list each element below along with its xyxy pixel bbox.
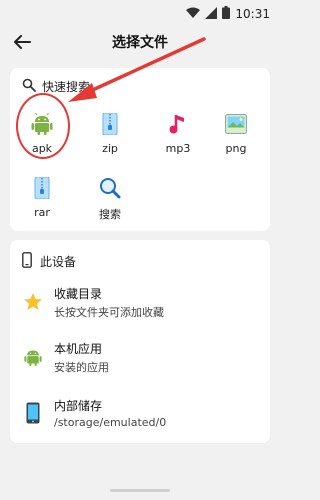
device-row-apps[interactable]: 本机应用 安装的应用	[22, 337, 262, 377]
row-subtitle: 安装的应用	[54, 360, 109, 374]
wifi-icon	[186, 4, 201, 23]
android-icon	[22, 346, 44, 368]
system-nav-bar	[0, 478, 280, 500]
quick-search-header[interactable]: 快速搜索	[22, 78, 90, 95]
search-icon	[22, 78, 36, 95]
quick-item-png[interactable]: png	[208, 112, 264, 158]
row-title: 本机应用	[54, 341, 103, 356]
search-icon	[98, 176, 122, 200]
quick-item-label: rar	[34, 206, 50, 219]
image-icon	[224, 112, 248, 136]
quick-item-label: 搜索	[99, 208, 121, 221]
signal-icon	[205, 4, 218, 23]
phone-storage-icon	[22, 402, 44, 424]
page-title: 选择文件	[112, 35, 168, 51]
quick-search-card: 快速搜索 apk zip mp3 png rar 搜索	[10, 68, 270, 231]
quick-item-search[interactable]: 搜索	[82, 176, 138, 222]
device-header: 此设备	[22, 252, 76, 271]
row-title: 内部储存	[54, 399, 103, 413]
music-note-icon	[166, 112, 190, 136]
device-header-label: 此设备	[40, 255, 77, 269]
gesture-handle[interactable]	[110, 489, 170, 492]
battery-icon	[222, 4, 231, 23]
quick-item-label: zip	[102, 142, 118, 155]
star-icon	[22, 291, 44, 313]
status-time: 10:31	[235, 6, 270, 21]
phone-icon	[22, 252, 32, 271]
status-bar: 10:31	[0, 0, 280, 22]
quick-item-apk[interactable]: apk	[14, 112, 70, 158]
quick-item-zip[interactable]: zip	[82, 112, 138, 158]
row-subtitle: 长按文件夹可添加收藏	[54, 305, 164, 319]
row-subtitle: /storage/emulated/0	[54, 416, 167, 429]
device-row-internal-storage[interactable]: 内部储存 /storage/emulated/0	[22, 393, 262, 433]
zip-icon	[98, 112, 122, 136]
quick-item-label: mp3	[165, 142, 191, 155]
quick-item-label: png	[225, 142, 247, 155]
app-bar: 选择文件	[0, 24, 280, 60]
quick-item-label: apk	[31, 142, 53, 155]
android-icon	[30, 112, 54, 136]
rar-icon	[30, 176, 54, 200]
row-title: 收藏目录	[54, 286, 103, 301]
quick-search-label: 快速搜索	[42, 80, 91, 94]
quick-item-mp3[interactable]: mp3	[150, 112, 206, 158]
quick-item-rar[interactable]: rar	[14, 176, 70, 222]
device-row-favorites[interactable]: 收藏目录 长按文件夹可添加收藏	[22, 282, 262, 322]
device-card: 此设备 收藏目录 长按文件夹可添加收藏 本机应用 安装的应用 内部储存 /sto…	[10, 240, 270, 443]
